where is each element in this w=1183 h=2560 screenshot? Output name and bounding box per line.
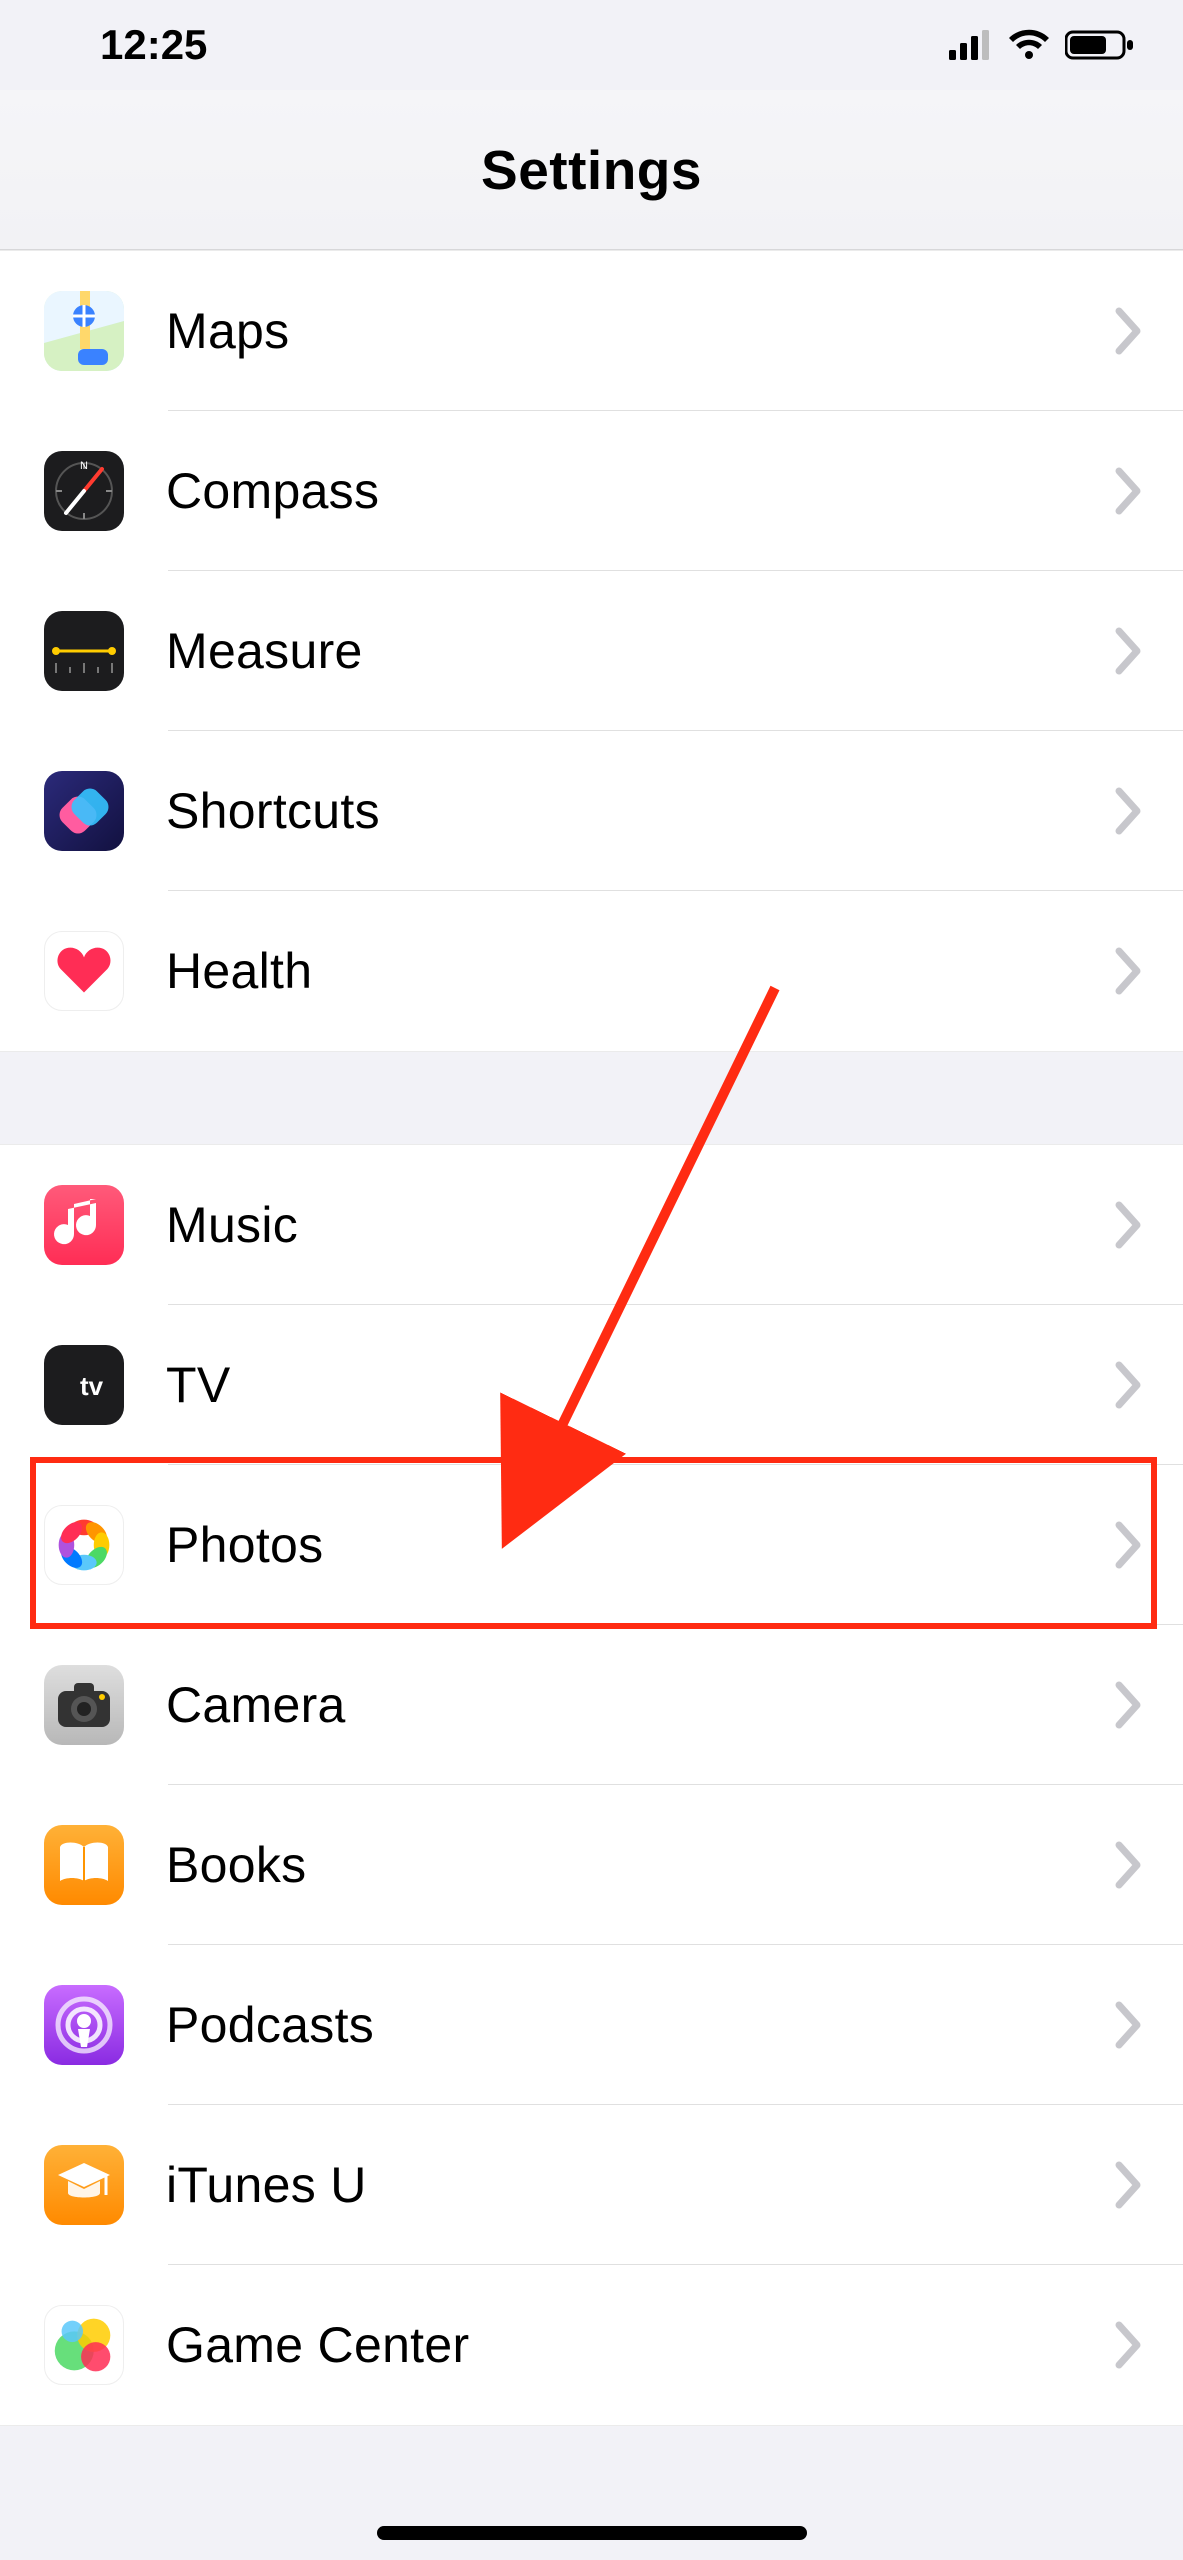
status-indicators [949, 29, 1135, 61]
tv-icon: tv [44, 1345, 124, 1425]
row-label: Music [166, 1196, 1115, 1254]
chevron-right-icon [1115, 947, 1143, 995]
photos-icon [44, 1505, 124, 1585]
music-icon [44, 1185, 124, 1265]
maps-icon [44, 291, 124, 371]
gamecenter-icon [44, 2305, 124, 2385]
row-label: Shortcuts [166, 782, 1115, 840]
settings-group-1: Maps N Compass [0, 250, 1183, 1052]
chevron-right-icon [1115, 2161, 1143, 2209]
home-indicator [377, 2526, 807, 2540]
chevron-right-icon [1115, 627, 1143, 675]
row-label: Camera [166, 1676, 1115, 1734]
health-icon [44, 931, 124, 1011]
books-icon [44, 1825, 124, 1905]
row-health[interactable]: Health [0, 891, 1183, 1051]
cellular-icon [949, 30, 993, 60]
row-measure[interactable]: Measure [0, 571, 1183, 731]
row-label: Maps [166, 302, 1115, 360]
row-photos[interactable]: Photos [0, 1465, 1183, 1625]
row-label: Books [166, 1836, 1115, 1894]
group-gap [0, 1052, 1183, 1144]
row-tv[interactable]: tv TV [0, 1305, 1183, 1465]
shortcuts-icon [44, 771, 124, 851]
chevron-right-icon [1115, 1841, 1143, 1889]
chevron-right-icon [1115, 1521, 1143, 1569]
camera-icon [44, 1665, 124, 1745]
chevron-right-icon [1115, 467, 1143, 515]
row-podcasts[interactable]: Podcasts [0, 1945, 1183, 2105]
row-label: TV [166, 1356, 1115, 1414]
chevron-right-icon [1115, 2001, 1143, 2049]
row-books[interactable]: Books [0, 1785, 1183, 1945]
row-label: Measure [166, 622, 1115, 680]
row-label: Photos [166, 1516, 1115, 1574]
nav-bar: Settings [0, 90, 1183, 250]
row-label: Game Center [166, 2316, 1115, 2374]
svg-text:N: N [80, 460, 88, 472]
row-itunesu[interactable]: iTunes U [0, 2105, 1183, 2265]
row-shortcuts[interactable]: Shortcuts [0, 731, 1183, 891]
compass-icon: N [44, 451, 124, 531]
podcasts-icon [44, 1985, 124, 2065]
page-title: Settings [481, 138, 702, 202]
wifi-icon [1007, 29, 1051, 61]
chevron-right-icon [1115, 307, 1143, 355]
chevron-right-icon [1115, 1681, 1143, 1729]
row-camera[interactable]: Camera [0, 1625, 1183, 1785]
status-bar: 12:25 [0, 0, 1183, 90]
settings-group-2: Music tv TV [0, 1144, 1183, 2426]
chevron-right-icon [1115, 2321, 1143, 2369]
itunesu-icon [44, 2145, 124, 2225]
status-time: 12:25 [100, 21, 207, 69]
chevron-right-icon [1115, 1201, 1143, 1249]
row-label: Podcasts [166, 1996, 1115, 2054]
chevron-right-icon [1115, 1361, 1143, 1409]
row-label: Health [166, 942, 1115, 1000]
row-gamecenter[interactable]: Game Center [0, 2265, 1183, 2425]
row-maps[interactable]: Maps [0, 251, 1183, 411]
row-compass[interactable]: N Compass [0, 411, 1183, 571]
row-label: iTunes U [166, 2156, 1115, 2214]
chevron-right-icon [1115, 787, 1143, 835]
row-music[interactable]: Music [0, 1145, 1183, 1305]
measure-icon [44, 611, 124, 691]
row-label: Compass [166, 462, 1115, 520]
svg-text:tv: tv [80, 1371, 104, 1401]
battery-icon [1065, 29, 1135, 61]
